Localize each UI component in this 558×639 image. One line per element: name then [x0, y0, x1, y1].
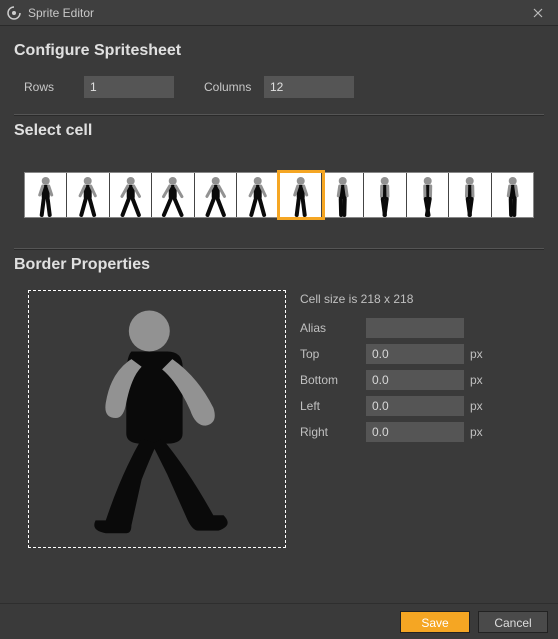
cell-11[interactable]	[492, 173, 533, 217]
unit-label: px	[470, 373, 483, 387]
cell-10[interactable]	[449, 173, 491, 217]
close-button[interactable]	[524, 0, 552, 25]
unit-label: px	[470, 347, 483, 361]
divider	[14, 248, 544, 250]
cell-2[interactable]	[110, 173, 152, 217]
cell-preview	[28, 290, 286, 548]
bottom-input[interactable]	[366, 370, 464, 390]
cell-8[interactable]	[364, 173, 406, 217]
cell-9[interactable]	[407, 173, 449, 217]
right-input[interactable]	[366, 422, 464, 442]
window-title: Sprite Editor	[28, 6, 94, 20]
dialog-footer: Save Cancel	[0, 603, 558, 639]
cell-7[interactable]	[322, 173, 364, 217]
alias-label: Alias	[300, 321, 360, 335]
configure-row: Rows Columns	[14, 70, 544, 108]
cell-size-text: Cell size is 218 x 218	[300, 292, 540, 306]
app-logo-icon	[6, 5, 22, 21]
bottom-label: Bottom	[300, 373, 360, 387]
unit-label: px	[470, 399, 483, 413]
select-cell-heading: Select cell	[14, 122, 544, 140]
border-heading: Border Properties	[14, 256, 544, 274]
cell-6[interactable]	[280, 173, 322, 217]
top-input[interactable]	[366, 344, 464, 364]
cell-0[interactable]	[25, 173, 67, 217]
rows-input[interactable]	[84, 76, 174, 98]
cancel-button[interactable]: Cancel	[478, 611, 548, 633]
right-label: Right	[300, 425, 360, 439]
rows-label: Rows	[24, 80, 74, 94]
configure-heading: Configure Spritesheet	[14, 42, 544, 60]
border-props: Cell size is 218 x 218 Alias Top px Bott…	[300, 290, 540, 548]
cell-4[interactable]	[195, 173, 237, 217]
cell-1[interactable]	[67, 173, 109, 217]
left-input[interactable]	[366, 396, 464, 416]
top-label: Top	[300, 347, 360, 361]
divider	[14, 114, 544, 116]
cell-strip	[24, 172, 534, 218]
save-button[interactable]: Save	[400, 611, 470, 633]
alias-input[interactable]	[366, 318, 464, 338]
cell-5[interactable]	[237, 173, 279, 217]
unit-label: px	[470, 425, 483, 439]
columns-input[interactable]	[264, 76, 354, 98]
cell-3[interactable]	[152, 173, 194, 217]
left-label: Left	[300, 399, 360, 413]
walker-sprite-icon	[29, 290, 285, 547]
titlebar: Sprite Editor	[0, 0, 558, 26]
columns-label: Columns	[204, 80, 254, 94]
